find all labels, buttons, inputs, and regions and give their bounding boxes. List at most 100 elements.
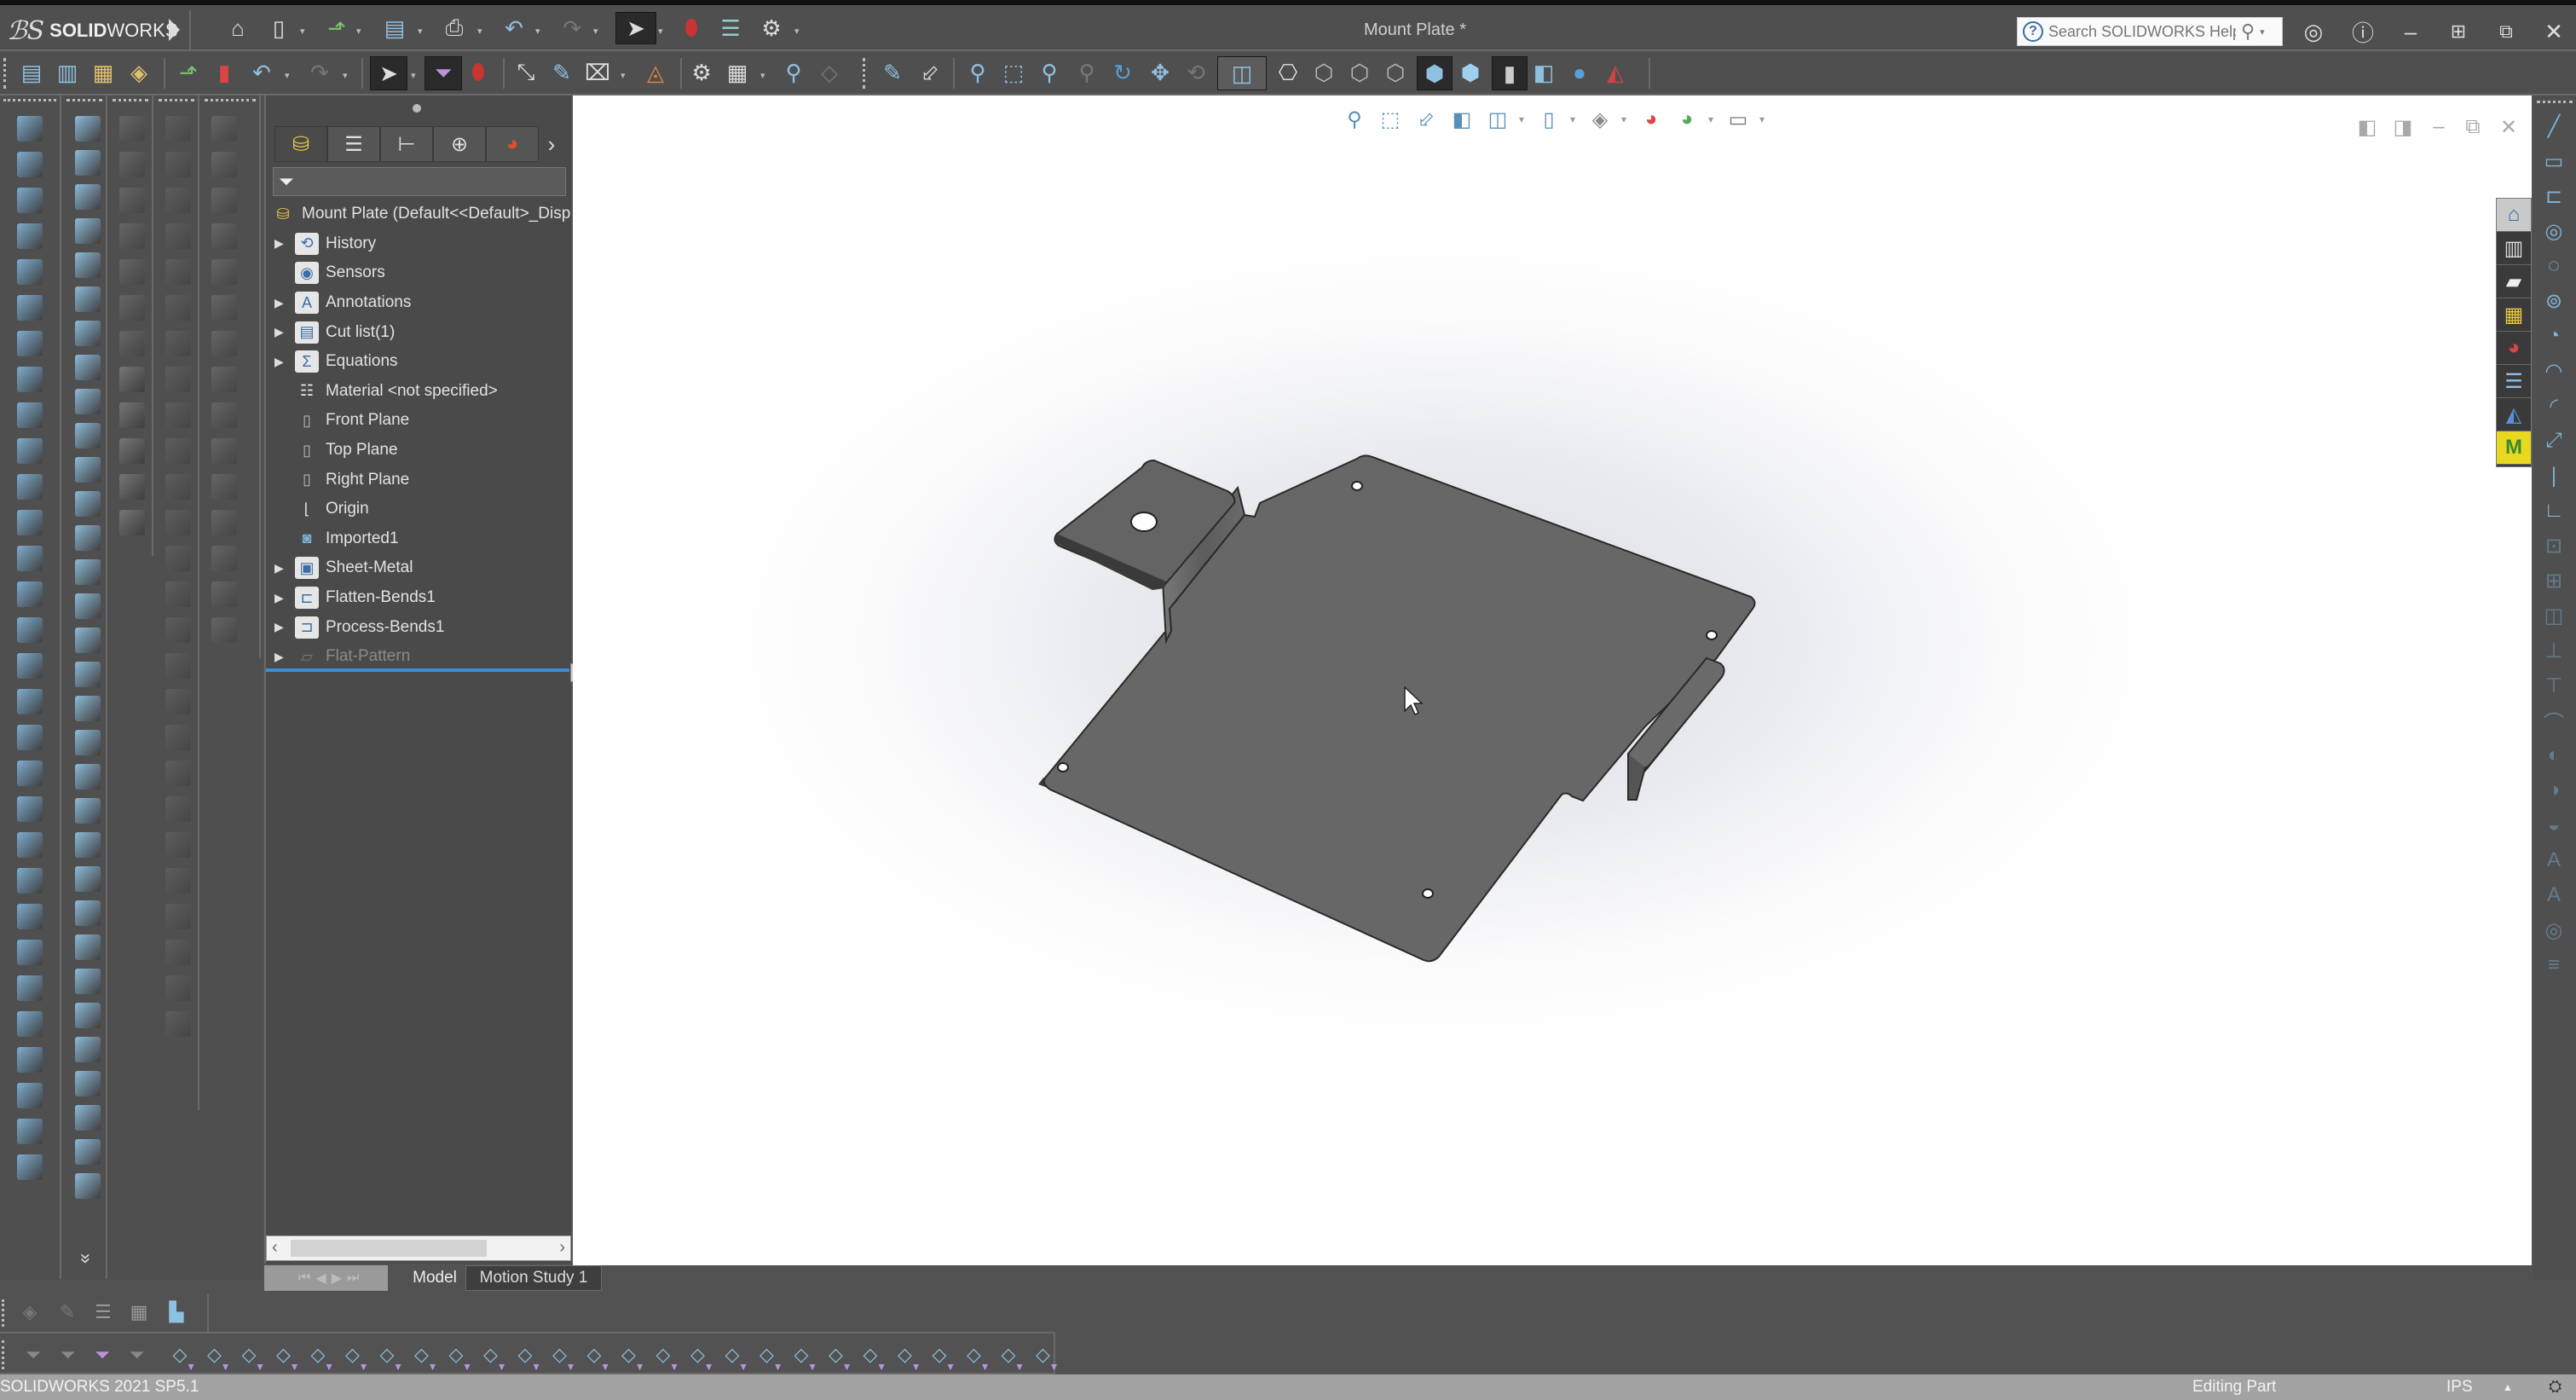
wireframe-icon[interactable]: ⬡ — [1309, 58, 1338, 87]
edit-sketch-icon[interactable]: ✎ — [878, 58, 907, 87]
dimxpertmanager-tab[interactable]: ⊕ — [433, 126, 486, 162]
text-sketch-icon[interactable]: A — [2540, 847, 2567, 874]
options-icon[interactable]: ⚙ — [687, 58, 716, 87]
options-dropdown-icon[interactable]: ▾ — [794, 26, 803, 37]
polygon-sketch-icon[interactable]: ⊡ — [2540, 532, 2567, 559]
tools-command-icon[interactable] — [211, 116, 237, 142]
selection-filter-item-icon[interactable]: ◇ ▼ — [719, 1342, 748, 1373]
shaded-icon[interactable]: ⬢ — [1456, 58, 1485, 87]
features-command-icon[interactable] — [17, 725, 43, 750]
open-dropdown-icon[interactable]: ▾ — [356, 26, 365, 37]
reference-command-icon[interactable] — [165, 367, 191, 392]
selection-filter-item-icon[interactable]: ◇ ▼ — [581, 1342, 610, 1373]
mycadtools-icon[interactable]: M — [2497, 431, 2531, 465]
tree-item[interactable]: ◉ Sensors — [266, 258, 573, 288]
features-command-icon[interactable] — [17, 581, 43, 607]
design-library-icon[interactable]: ▥ — [2497, 232, 2531, 265]
reference-command-icon[interactable] — [165, 761, 191, 786]
redo-icon[interactable]: ↷ — [305, 58, 334, 87]
graphics-area[interactable]: ⚲ ⬚ ⬃ ◧ ◫ ▾ ▯ ▾ ◈ ▾ ◕ ◕ ▾ ▭ ▾ ◧ ◨ – ⧉ ✕ — [573, 95, 2532, 1265]
toolbox-dropdown-icon[interactable]: ▾ — [621, 70, 629, 81]
sheet-metal-command-icon[interactable] — [75, 730, 101, 755]
tools-command-icon[interactable] — [211, 188, 237, 213]
features-command-icon[interactable] — [17, 1047, 43, 1073]
help-search-input[interactable] — [2048, 22, 2236, 41]
reference-command-icon[interactable] — [165, 116, 191, 142]
sheet-metal-command-icon[interactable] — [75, 866, 101, 892]
undo-dropdown-icon[interactable]: ▾ — [285, 70, 293, 81]
toolbar-grip[interactable] — [3, 58, 6, 89]
redo-icon[interactable]: ↷ — [557, 14, 586, 43]
tools-command-icon[interactable] — [211, 474, 237, 500]
expand-arrow-icon[interactable]: ▶ — [274, 620, 295, 634]
search-dropdown-icon[interactable]: ▾ — [2260, 26, 2265, 38]
make-drawing-icon[interactable]: ▦ — [89, 58, 118, 87]
redo-dropdown-icon[interactable]: ▾ — [343, 70, 351, 81]
features-command-icon[interactable] — [17, 223, 43, 249]
sheet-metal-command-icon[interactable] — [75, 116, 101, 142]
view-command-icon[interactable] — [119, 438, 145, 464]
more-tabs-icon[interactable]: › — [539, 126, 564, 162]
circle-sketch-icon[interactable]: ◎ — [2540, 217, 2567, 245]
reference-command-icon[interactable] — [165, 331, 191, 356]
selection-filter-item-icon[interactable]: ⏷ — [55, 1342, 81, 1368]
rectangle-sketch-icon[interactable]: ▭ — [2540, 148, 2567, 175]
expand-arrow-icon[interactable]: ▶ — [274, 650, 295, 664]
zoom-to-area-icon[interactable]: ⬚ — [999, 58, 1028, 87]
tree-filter-input[interactable]: ⏷ — [273, 167, 566, 196]
selection-filter-item-icon[interactable]: ◇ ▼ — [478, 1342, 506, 1373]
sheet-metal-command-icon[interactable] — [75, 628, 101, 653]
sheet-metal-command-icon[interactable] — [75, 1105, 101, 1131]
reference-command-icon[interactable] — [165, 259, 191, 285]
featuremanager-tab[interactable]: ⛁ — [274, 126, 327, 162]
roll-view-icon[interactable]: ⟲ — [1181, 58, 1210, 87]
pan-icon[interactable]: ✥ — [1146, 58, 1175, 87]
home-icon[interactable]: ⌂ — [223, 14, 252, 43]
sheet-metal-command-icon[interactable] — [75, 389, 101, 414]
rebuild-icon[interactable]: ⬮ — [464, 58, 493, 87]
selection-filter-item-icon[interactable]: ◇ ▼ — [305, 1342, 334, 1373]
screen-capture-icon[interactable]: ⎔ — [1274, 58, 1302, 87]
realview-icon[interactable]: ● — [1565, 58, 1594, 87]
close-icon[interactable]: ✕ — [2537, 17, 2571, 46]
tools-command-icon[interactable] — [211, 331, 237, 356]
toolbar-grip[interactable] — [863, 58, 865, 89]
features-command-icon[interactable] — [17, 868, 43, 894]
reference-command-icon[interactable] — [165, 653, 191, 679]
tree-item[interactable]: ▶ ▱ Flat-Pattern — [266, 642, 573, 672]
select-icon[interactable]: ➤ — [615, 12, 656, 44]
print-dropdown-icon[interactable]: ▾ — [477, 26, 486, 37]
tools-command-icon[interactable] — [211, 510, 237, 535]
line-thickness-icon[interactable]: ☰ — [90, 1299, 116, 1325]
close-document-icon[interactable]: ▮ — [210, 58, 239, 87]
mount-plate-model[interactable] — [573, 95, 2532, 1265]
undo-icon[interactable]: ↶ — [247, 58, 276, 87]
reference-command-icon[interactable] — [165, 617, 191, 643]
solidworks-forum-icon[interactable]: ◭ — [2497, 398, 2531, 431]
features-command-icon[interactable] — [17, 402, 43, 428]
selection-filter-item-icon[interactable]: ◇ ▼ — [202, 1342, 230, 1373]
selection-filter-item-icon[interactable]: ◇ ▼ — [892, 1342, 921, 1373]
reference-command-icon[interactable] — [165, 975, 191, 1001]
selection-filter-item-icon[interactable]: ◇ ▼ — [1031, 1342, 1059, 1373]
select-dropdown-icon[interactable]: ▾ — [411, 70, 419, 81]
view-palette-icon[interactable]: ▦ — [2497, 298, 2531, 332]
sheet-metal-command-icon[interactable] — [75, 969, 101, 994]
reference-command-icon[interactable] — [165, 904, 191, 929]
undo-dropdown-icon[interactable]: ▾ — [535, 26, 544, 37]
selection-filter-item-icon[interactable]: ◇ ▼ — [927, 1342, 956, 1373]
view-command-icon[interactable] — [119, 402, 145, 428]
selection-filter-item-icon[interactable]: ◇ ▼ — [650, 1342, 679, 1373]
last-tab-icon[interactable]: ⏭ — [347, 1270, 359, 1286]
selection-filter-item-icon[interactable]: ◇ ▼ — [616, 1342, 644, 1373]
file-properties-icon[interactable]: ☰ — [716, 14, 745, 43]
toolbox-icon[interactable]: ⌧ — [583, 58, 612, 87]
tools-command-icon[interactable] — [211, 438, 237, 464]
save-icon[interactable]: ▤ — [380, 14, 409, 43]
sheet-metal-command-icon[interactable] — [75, 764, 101, 790]
color-display-mode-icon[interactable]: ▙ — [164, 1299, 189, 1325]
sheet-metal-command-icon[interactable] — [75, 900, 101, 926]
selection-filter-item-icon[interactable]: ◇ ▼ — [409, 1342, 437, 1373]
features-command-icon[interactable] — [17, 904, 43, 929]
line-style-icon[interactable]: ▦ — [126, 1299, 152, 1325]
